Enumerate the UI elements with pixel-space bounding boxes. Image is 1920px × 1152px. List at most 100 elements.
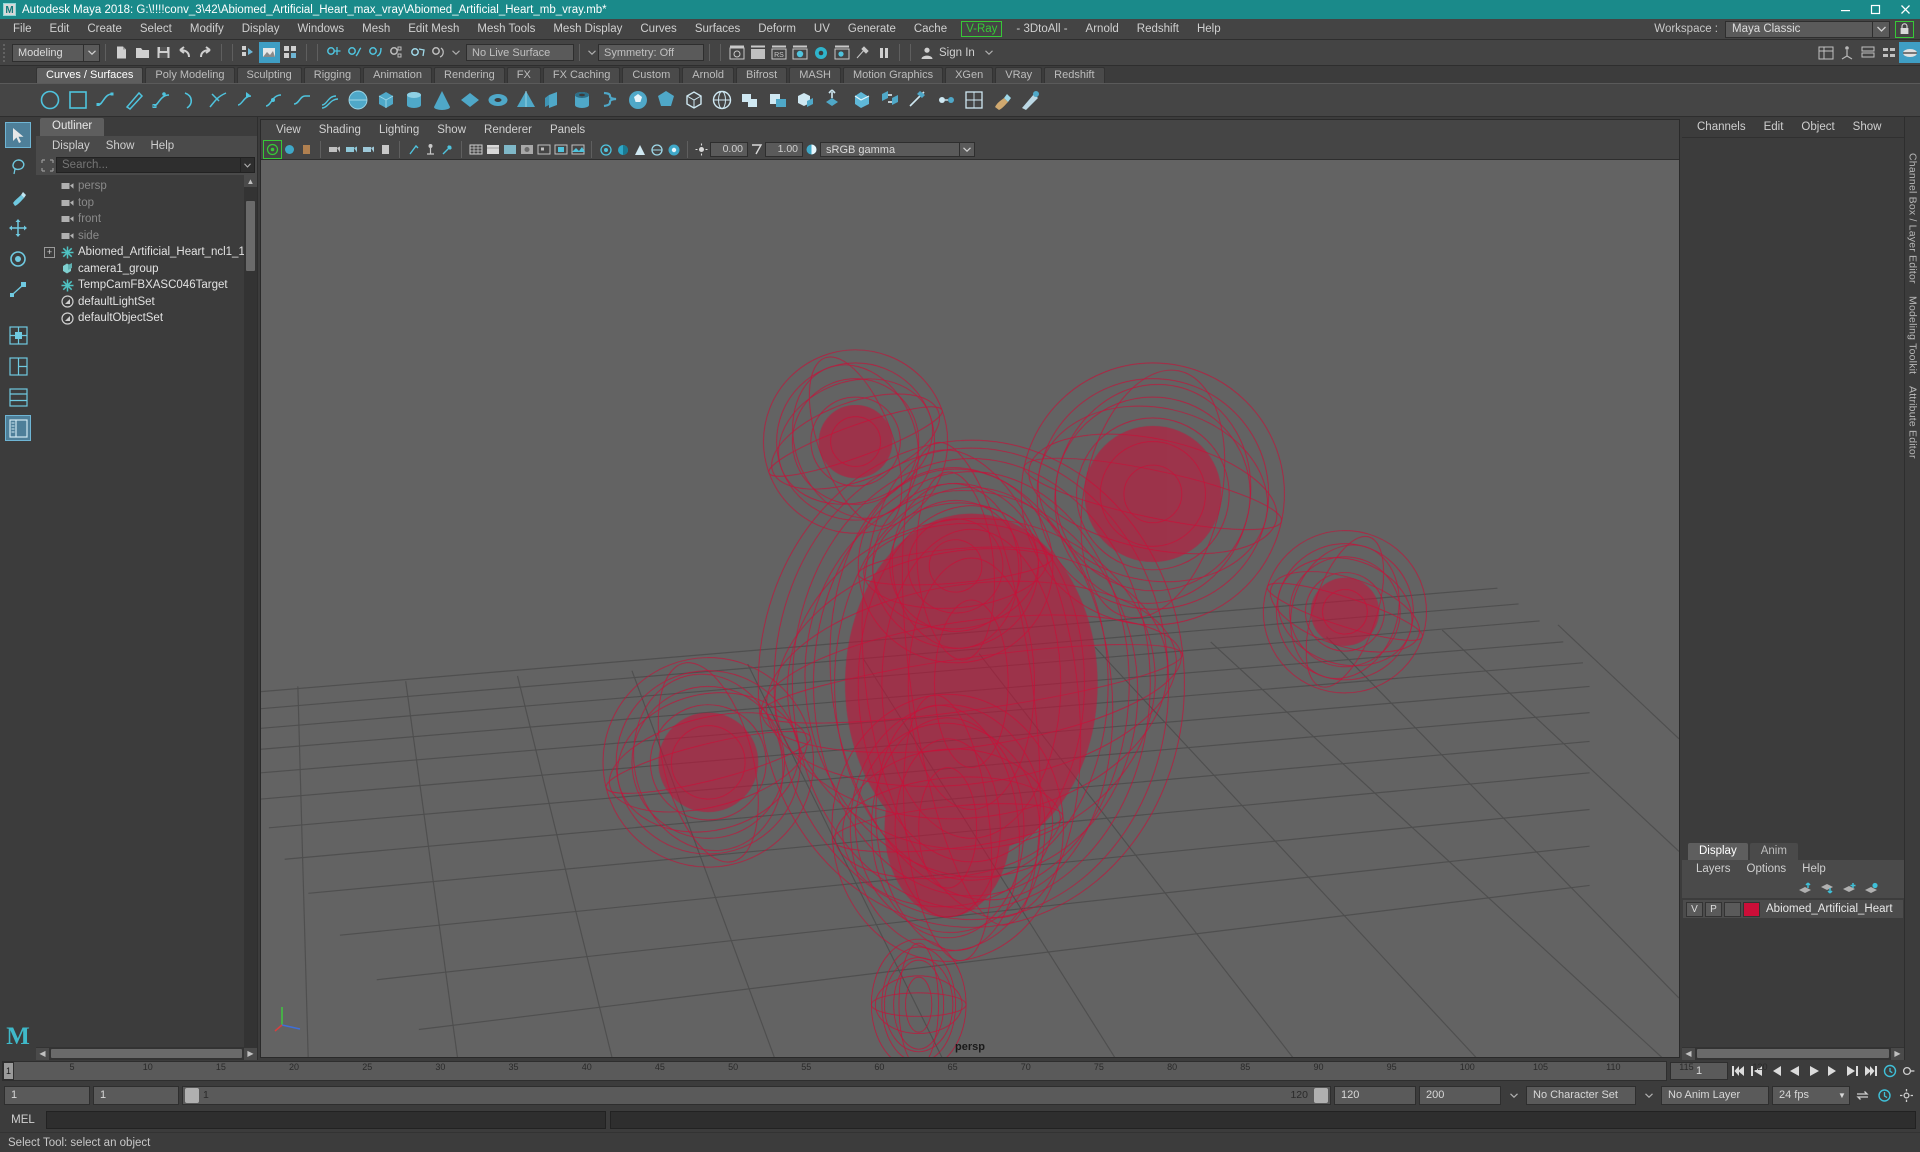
select-by-hierarchy-icon[interactable] [238,42,259,63]
symmetry-chevron-icon[interactable] [585,45,598,61]
anim-start-field[interactable]: 1 [93,1085,179,1105]
shadows-icon[interactable] [614,141,631,158]
menu-curves[interactable]: Curves [631,19,685,40]
new-scene-icon[interactable] [111,42,132,63]
shade-textured-icon[interactable] [552,141,569,158]
exposure-field[interactable]: 0.00 [710,142,748,157]
channel-object-menu[interactable]: Object [1792,121,1843,133]
nurbs-square-icon[interactable] [64,86,92,114]
menu-display[interactable]: Display [233,19,289,40]
shelf-tab-redshift[interactable]: Redshift [1044,67,1105,83]
auto-keyframe-icon[interactable] [1899,1062,1918,1081]
outliner-menu-show[interactable]: Show [98,140,143,152]
undo-icon[interactable] [174,42,195,63]
smooth-shade-selected-icon[interactable] [501,141,518,158]
shelf-tab-fx-caching[interactable]: FX Caching [542,67,621,83]
lock-icon[interactable] [1895,20,1914,38]
sign-in-icon[interactable] [916,42,937,63]
paint-tool-icon[interactable] [988,86,1016,114]
preferences-wrench-icon[interactable] [1897,1086,1916,1105]
show-tool-settings-icon[interactable] [1878,42,1899,63]
show-modeling-toolkit-icon[interactable] [1836,42,1857,63]
textured-mode-icon[interactable] [569,141,586,158]
multi-cut-icon[interactable] [904,86,932,114]
channel-box-content[interactable] [1682,137,1904,842]
play-backwards-icon[interactable] [1785,1062,1804,1081]
menu-create[interactable]: Create [78,19,131,40]
show-attribute-editor-icon[interactable] [1857,42,1878,63]
xray-icon[interactable] [439,141,456,158]
hypershade-icon[interactable] [789,42,810,63]
shelf-tab-xgen[interactable]: XGen [945,67,994,83]
list-item[interactable]: persp [36,178,257,195]
search-input[interactable] [56,157,241,173]
layer-playback-toggle[interactable]: P [1705,901,1722,917]
show-channel-box-icon[interactable] [1815,42,1836,63]
snap-options-chevron-icon[interactable] [449,45,462,61]
channel-show-menu[interactable]: Show [1844,121,1891,133]
polygon-cylinder-icon[interactable] [400,86,428,114]
redo-icon[interactable] [195,42,216,63]
anim-layer-select[interactable]: No Anim Layer [1661,1085,1769,1105]
nurbs-circle-icon[interactable] [36,86,64,114]
polygon-sphere-icon[interactable] [344,86,372,114]
viewport-menu-renderer[interactable]: Renderer [475,124,541,136]
layer-name[interactable]: Abiomed_Artificial_Heart [1766,903,1893,915]
playback-loop-icon[interactable] [1853,1086,1872,1105]
target-weld-icon[interactable] [932,86,960,114]
list-item[interactable]: top [36,195,257,212]
layer-menu-layers[interactable]: Layers [1688,863,1739,875]
menu-edit[interactable]: Edit [41,19,79,40]
boolean-union-icon[interactable] [736,86,764,114]
scroll-thumb[interactable] [246,201,255,271]
ep-curve-tool-icon[interactable] [92,86,120,114]
menu-cache[interactable]: Cache [905,19,956,40]
outliner-tab[interactable]: Outliner [40,118,105,136]
animation-preferences-icon[interactable] [1880,1062,1899,1081]
polygon-pyramid-icon[interactable] [512,86,540,114]
motion-blur-icon[interactable] [648,141,665,158]
detach-curves-icon[interactable] [232,86,260,114]
scale-tool-icon[interactable] [5,277,31,303]
menu-select[interactable]: Select [131,19,181,40]
3d-viewport[interactable]: persp [261,160,1679,1057]
offset-curve-icon[interactable] [316,86,344,114]
outliner-horizontal-scrollbar[interactable]: ◀ ▶ [36,1047,257,1060]
outliner-layout-icon[interactable] [5,415,31,441]
close-icon[interactable] [1890,0,1920,19]
rotate-tool-icon[interactable] [5,246,31,272]
current-time-indicator[interactable]: 1 [3,1062,14,1080]
shelf-tab-rigging[interactable]: Rigging [303,67,362,83]
attach-curves-icon[interactable] [204,86,232,114]
time-tick-bar[interactable]: 1 5 10 15 20 25 30 35 40 45 50 55 60 65 … [2,1061,1768,1081]
menu-help[interactable]: Help [1188,19,1230,40]
scroll-thumb[interactable] [51,1049,242,1058]
shelf-tab-sculpting[interactable]: Sculpting [236,67,302,83]
menu-mesh[interactable]: Mesh [353,19,399,40]
step-forward-key-icon[interactable] [1823,1062,1842,1081]
layer-horizontal-scrollbar[interactable]: ◀ ▶ [1682,1047,1904,1060]
layer-shading-toggle[interactable] [1724,901,1741,917]
snap-to-view-plane-icon[interactable] [407,42,428,63]
move-layer-down-icon[interactable] [1816,879,1838,897]
polygon-prism-icon[interactable] [540,86,568,114]
layer-list[interactable]: V P Abiomed_Artificial_Heart [1682,898,1904,1047]
insert-knot-icon[interactable] [260,86,288,114]
search-chevron-down-icon[interactable] [241,157,255,173]
sign-in-label[interactable]: Sign In [939,47,975,59]
list-item[interactable]: TempCamFBXASC046Target [36,277,257,294]
animation-preferences-gear-icon[interactable] [1875,1086,1894,1105]
image-plane-icon[interactable] [326,141,343,158]
gate-mask-icon[interactable] [360,141,377,158]
color-space-chevron-icon[interactable] [960,142,975,157]
shelf-tab-animation[interactable]: Animation [363,67,433,83]
move-tool-icon[interactable] [5,215,31,241]
bezier-curve-tool-icon[interactable] [148,86,176,114]
shaded-wireframe-icon[interactable] [518,141,535,158]
symmetry-field[interactable]: Symmetry: Off [598,44,704,61]
tab-display-layers[interactable]: Display [1688,843,1748,860]
live-surface-field[interactable]: No Live Surface [466,44,574,61]
select-by-object-type-icon[interactable] [259,42,280,63]
channel-edit-menu[interactable]: Edit [1755,121,1793,133]
menu-deform[interactable]: Deform [749,19,805,40]
